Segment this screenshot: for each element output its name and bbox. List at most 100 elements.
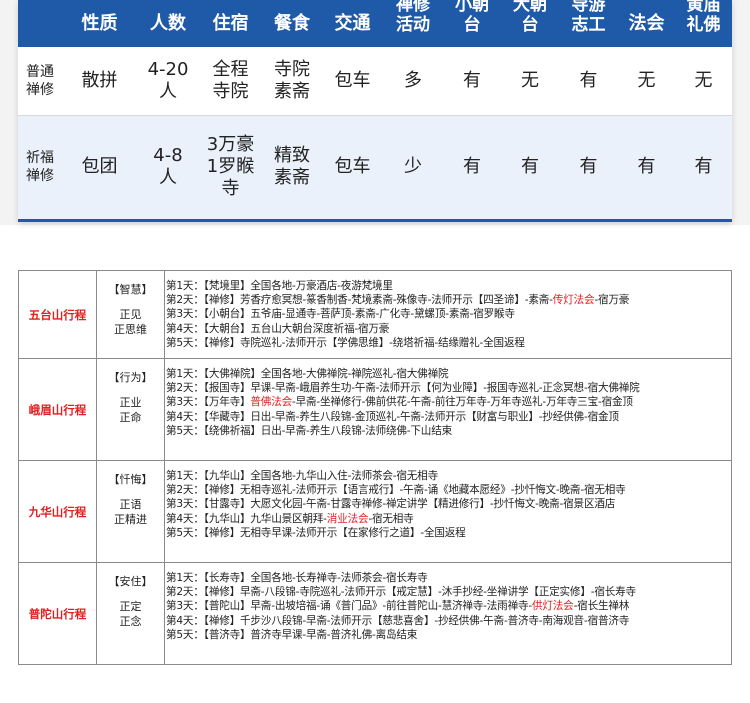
day-line: 第1天：【九华山】全国各地-九华山入住-法师茶会-宿无相寺	[166, 469, 727, 483]
header-corner	[18, 0, 62, 47]
day-label: 第2天：	[166, 484, 204, 497]
day-text: 【禅修】无相寺巡礼-法师开示【语言戒行】-午斋-诵《地藏本愿经》-抄忏悔文-晚斋…	[203, 484, 626, 497]
day-label: 第5天：	[166, 336, 204, 349]
header-cell: 餐食	[262, 0, 322, 47]
day-line: 第1天：【梵境里】全国各地-万豪酒店-夜游梵境里	[166, 279, 727, 293]
comparison-cell: 散拼	[62, 47, 137, 116]
comparison-cell: 寺院 素斋	[262, 47, 322, 116]
day-label: 第4天：	[166, 410, 204, 423]
day-line: 第5天：【普济寺】普济寺早课-早斋-普济礼佛-离岛结束	[166, 628, 727, 642]
comparison-cell: 多	[383, 47, 443, 116]
day-label: 第3天：	[166, 396, 204, 409]
comparison-cell: 有	[559, 47, 618, 116]
day-label: 第1天：	[166, 470, 204, 482]
day-text: 【大朝台】五台山大朝台深度祈福-宿万豪	[203, 322, 390, 335]
day-label: 第5天：	[166, 628, 204, 641]
day-text: 【甘露寺】大愿文化园-午斋-甘露寺禅修-禅定讲学【精进修行】-抄忏悔文-晚斋-宿…	[203, 498, 616, 511]
day-line: 第2天：【报国寺】早课-早斋-峨眉养生功-午斋-法师开示【何为业障】-报国寺巡礼…	[166, 381, 727, 395]
route-name: 峨眉山行程	[28, 402, 87, 417]
day-label: 第4天：	[166, 512, 204, 525]
header-cell: 大朝台	[501, 0, 559, 47]
day-text: 【禅修】寺院巡礼-法师开示【学佛思维】-绕塔祈福-结缘赠礼-全国返程	[203, 336, 525, 349]
day-label: 第5天：	[166, 526, 204, 539]
day-label: 第1天：	[166, 280, 204, 292]
day-text: -早斋-坐禅修行-佛前供花-午斋-前往万年寺-万年寺巡礼-万年寺三宝-宿金顶	[291, 396, 633, 409]
itinerary-row: 九华山行程 【忏悔】 正语 正精进 第1天：【九华山】全国各地-九华山入住-法师茶会-宿…	[19, 461, 731, 563]
comparison-cell: 3万豪 1罗睺寺	[199, 115, 262, 219]
day-line: 第3天：【万年寺】普佛法会-早斋-坐禅修行-佛前供花-午斋-前往万年寺-万年寺巡…	[166, 395, 727, 409]
comparison-cell: 4-8 人	[137, 115, 199, 219]
day-text: -宿万豪	[594, 294, 630, 307]
day-text: 【华藏寺】日出-早斋-养生八段锦-金顶巡礼-午斋-法师开示【财富与职业】-抄经供…	[203, 410, 619, 423]
header-cell: 导游 志工	[559, 0, 618, 47]
route-name: 普陀山行程	[28, 606, 87, 621]
day-label: 第5天：	[166, 424, 204, 437]
day-line: 第3天：【甘露寺】大愿文化园-午斋-甘露寺禅修-禅定讲学【精进修行】-抄忏悔文-…	[166, 497, 727, 511]
day-text: -宿长生禅林	[573, 600, 630, 613]
ceremony-highlight: 传灯法会	[552, 294, 595, 307]
comparison-cell: 少	[383, 115, 443, 219]
header-cell: 人数	[137, 0, 199, 47]
row-label: 祈福 禅修	[18, 115, 62, 219]
day-text: 【普陀山】早斋-出坡培福-诵《普门品》-前往普陀山-慧济禅寺-法雨禅寺-	[203, 600, 532, 613]
day-list: 第1天：【长寿寺】全国各地-长寿禅寺-法师茶会-宿长寿寺 第2天：【禅修】早斋-八…	[166, 571, 727, 642]
day-list: 第1天：【大佛禅院】全国各地-大佛禅院-禅院巡礼-宿大佛禅院 第2天：【报国寺】早…	[166, 367, 727, 438]
day-line: 第4天：【大朝台】五台山大朝台深度祈福-宿万豪	[166, 322, 727, 336]
day-text: 【小朝台】五爷庙-显通寺-菩萨顶-素斋-广化寺-黛螺顶-素斋-宿罗睺寺	[203, 308, 515, 321]
theme-motto: 正语 正精进	[114, 498, 147, 526]
day-label: 第4天：	[166, 322, 204, 335]
comparison-cell: 包车	[322, 47, 383, 116]
header-cell: 小朝台	[443, 0, 501, 47]
day-line: 第2天：【禅修】无相寺巡礼-法师开示【语言戒行】-午斋-诵《地藏本愿经》-抄忏悔…	[166, 483, 727, 497]
day-label: 第1天：	[166, 368, 204, 380]
day-label: 第3天：	[166, 308, 204, 321]
comparison-cell: 全程 寺院	[199, 47, 262, 116]
day-line: 第2天：【禅修】早斋-八段锦-寺院巡礼-法师开示【戒定慧】-沐手抄经-坐禅讲学【…	[166, 585, 727, 599]
day-label: 第2天：	[166, 294, 204, 307]
day-line: 第4天：【九华山】九华山景区朝拜-消业法会-宿无相寺	[166, 512, 727, 526]
theme-motto: 正定 正念	[119, 600, 142, 628]
itinerary-row: 峨眉山行程 【行为】 正业 正命 第1天：【大佛禅院】全国各地-大佛禅院-禅院巡礼-宿大…	[19, 359, 731, 461]
route-name: 九华山行程	[28, 504, 87, 519]
route-name-cell: 九华山行程	[19, 461, 97, 562]
comparison-cell: 无	[675, 47, 732, 116]
day-label: 第4天：	[166, 614, 204, 627]
comparison-card: 性质 人数 住宿 餐食 交通 禅修 活动 小朝台大朝台导游 志工 法会 黄庙 礼佛 普通 禅修 散拼 4-2…	[18, 0, 732, 222]
ceremony-highlight: 供灯法会	[531, 600, 574, 613]
comparison-cell: 有	[559, 115, 618, 219]
theme-tag: 【忏悔】	[108, 473, 153, 486]
day-text: 【九华山】全国各地-九华山入住-法师茶会-宿无相寺	[203, 470, 438, 482]
day-line: 第5天：【禅修】无相寺早课-法师开示【在家修行之道】-全国返程	[166, 526, 727, 540]
ceremony-highlight: 普佛法会	[250, 396, 292, 409]
route-name-cell: 普陀山行程	[19, 563, 97, 664]
day-text: 【报国寺】早课-早斋-峨眉养生功-午斋-法师开示【何为业障】-报国寺巡礼-正念冥…	[203, 382, 640, 395]
comparison-cell: 有	[675, 115, 732, 219]
day-label: 第3天：	[166, 600, 204, 613]
theme-cell: 【忏悔】 正语 正精进	[97, 461, 165, 562]
comparison-cell: 4-20 人	[137, 47, 199, 116]
theme-motto: 正业 正命	[119, 396, 142, 424]
comparison-cell: 有	[443, 115, 501, 219]
header-cell: 黄庙 礼佛	[675, 0, 732, 47]
day-label: 第3天：	[166, 498, 204, 511]
day-text: 【长寿寺】全国各地-长寿禅寺-法师茶会-宿长寿寺	[203, 572, 428, 584]
day-list: 第1天：【梵境里】全国各地-万豪酒店-夜游梵境里 第2天：【禅修】芳香疗愈冥想-篆…	[166, 279, 727, 350]
day-line: 第2天：【禅修】芳香疗愈冥想-篆香制香-梵境素斋-殊像寺-法师开示【四圣谛】-素…	[166, 293, 727, 307]
itinerary-row: 五台山行程 【智慧】 正见 正思维 第1天：【梵境里】全国各地-万豪酒店-夜游梵境里 第2…	[19, 271, 731, 359]
day-text: 【禅修】千步沙八段锦-早斋-法师开示【慈悲喜舍】-抄经供佛-午斋-普济寺-南海观…	[203, 614, 630, 627]
day-label: 第1天：	[166, 572, 204, 584]
row-label: 普通 禅修	[18, 47, 62, 116]
day-line: 第3天：【普陀山】早斋-出坡培福-诵《普门品》-前往普陀山-慧济禅寺-法雨禅寺-…	[166, 599, 727, 613]
day-text: 【万年寺】	[203, 396, 251, 409]
theme-tag: 【智慧】	[108, 283, 153, 296]
itinerary-row: 普陀山行程 【安住】 正定 正念 第1天：【长寿寺】全国各地-长寿禅寺-法师茶会-宿长寿…	[19, 563, 731, 664]
comparison-section: 性质 人数 住宿 餐食 交通 禅修 活动 小朝台大朝台导游 志工 法会 黄庙 礼佛 普通 禅修 散拼 4-2…	[0, 0, 750, 225]
comparison-cell: 有	[443, 47, 501, 116]
day-line: 第4天：【华藏寺】日出-早斋-养生八段锦-金顶巡礼-午斋-法师开示【财富与职业】…	[166, 410, 727, 424]
theme-cell: 【智慧】 正见 正思维	[97, 271, 165, 358]
day-text: 【九华山】九华山景区朝拜-	[203, 512, 327, 525]
header-cell: 性质	[62, 0, 137, 47]
day-text: 【禅修】早斋-八段锦-寺院巡礼-法师开示【戒定慧】-沐手抄经-坐禅讲学【正定实修…	[203, 586, 636, 599]
ceremony-highlight: 消业法会	[326, 512, 369, 525]
comparison-row: 普通 禅修 散拼 4-20 人全程 寺院 寺院 素斋 包车多有无有无无	[18, 47, 732, 116]
